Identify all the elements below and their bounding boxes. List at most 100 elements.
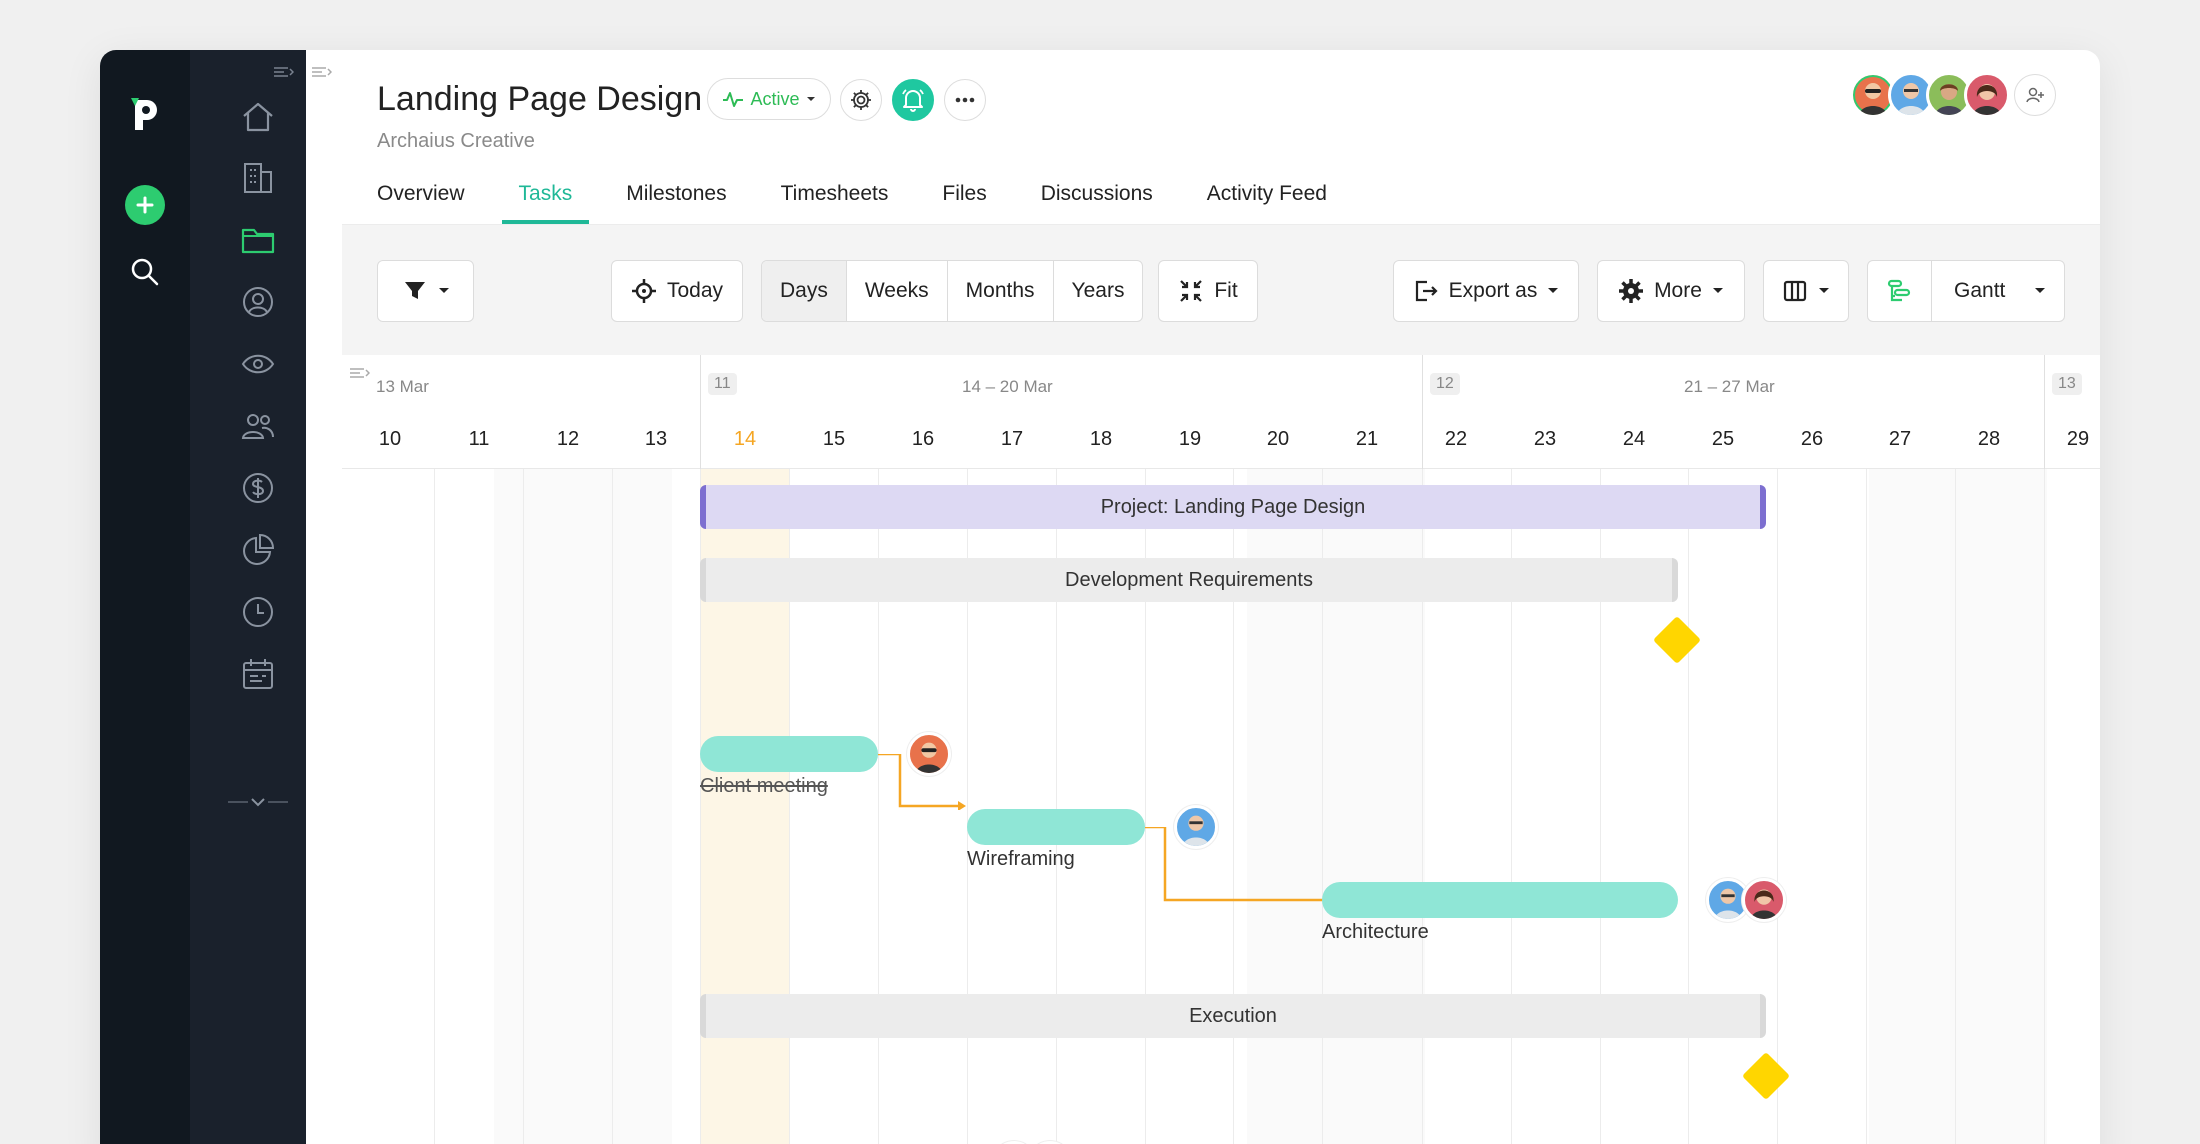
export-button[interactable]: Export as	[1393, 260, 1579, 322]
add-member-button[interactable]	[2014, 74, 2056, 116]
fit-label: Fit	[1214, 279, 1238, 302]
gear-icon	[851, 90, 871, 110]
project-title: Landing Page Design	[377, 80, 703, 118]
ellipsis-icon	[955, 97, 975, 103]
day-label: 19	[1178, 428, 1202, 450]
filter-funnel-icon	[404, 282, 425, 299]
bell-icon	[902, 89, 924, 112]
tab-files[interactable]: Files	[942, 182, 986, 220]
more-options-button[interactable]	[944, 79, 986, 121]
eye-icon[interactable]	[238, 344, 278, 384]
time-clock-icon[interactable]	[238, 592, 278, 632]
project-members	[1850, 72, 2010, 118]
week-number: 13	[2052, 373, 2082, 395]
week-label: 21 – 27 Mar	[1684, 377, 1775, 396]
billing-dollar-icon[interactable]	[238, 468, 278, 508]
companies-icon[interactable]	[238, 158, 278, 198]
day-label: 12	[556, 428, 580, 450]
app-window: Landing Page Design Archaius Creative Ac…	[100, 50, 2100, 1144]
caret-down-icon	[1819, 288, 1829, 293]
tab-timesheets[interactable]: Timesheets	[781, 182, 889, 220]
home-icon[interactable]	[238, 97, 278, 137]
weekend-column	[494, 469, 672, 1144]
member-avatar[interactable]	[1964, 72, 2010, 118]
week-number: 12	[1430, 373, 1460, 395]
caret-down-icon	[806, 97, 815, 101]
day-label: 27	[1888, 428, 1912, 450]
calendar-icon[interactable]	[238, 654, 278, 694]
collapse-sidebar-icon[interactable]	[272, 62, 295, 82]
milestone-diamond[interactable]	[1652, 615, 1702, 665]
more-button[interactable]: More	[1597, 260, 1745, 322]
grid-line	[1777, 469, 1778, 1144]
tab-milestones[interactable]: Milestones	[626, 182, 726, 220]
task-bar-client-meeting[interactable]	[700, 736, 878, 772]
dependency-arrow	[1145, 827, 1333, 905]
day-label: 24	[1622, 428, 1646, 450]
day-label-today: 14	[733, 428, 757, 450]
day-label: 22	[1444, 428, 1468, 450]
tab-overview[interactable]: Overview	[377, 182, 465, 220]
scale-weeks[interactable]: Weeks	[847, 261, 948, 321]
contacts-icon[interactable]	[238, 282, 278, 322]
day-label: 20	[1266, 428, 1290, 450]
day-label: 23	[1533, 428, 1557, 450]
task-label-wireframing[interactable]: Wireframing	[967, 848, 1075, 871]
team-icon[interactable]	[238, 406, 278, 446]
search-icon[interactable]	[129, 256, 161, 288]
task-assignee-avatar[interactable]	[1742, 878, 1786, 922]
status-dropdown[interactable]: Active	[707, 78, 831, 120]
scale-months[interactable]: Months	[948, 261, 1054, 321]
notifications-button[interactable]	[892, 79, 934, 121]
task-label-architecture[interactable]: Architecture	[1322, 921, 1429, 944]
reports-pie-icon[interactable]	[238, 530, 278, 570]
gear-icon	[1619, 279, 1644, 303]
panel-toggle-icon[interactable]	[310, 62, 333, 82]
tab-activity-feed[interactable]: Activity Feed	[1207, 182, 1327, 220]
task-bar-architecture[interactable]	[1322, 882, 1678, 918]
gantt-view-icon	[1868, 261, 1932, 321]
group-bar-development-requirements[interactable]: Development Requirements	[700, 558, 1678, 602]
day-label: 17	[1000, 428, 1024, 450]
scale-days[interactable]: Days	[762, 261, 847, 321]
scale-years[interactable]: Years	[1054, 261, 1143, 321]
task-bar-wireframing[interactable]	[967, 809, 1145, 845]
time-scale-switcher: Days Weeks Months Years	[761, 260, 1144, 322]
tab-discussions[interactable]: Discussions	[1041, 182, 1153, 220]
grid-line	[2044, 469, 2045, 1144]
grid-line	[1955, 469, 1956, 1144]
compress-icon	[1180, 280, 1203, 302]
fit-button[interactable]: Fit	[1158, 260, 1258, 322]
create-new-button[interactable]	[125, 185, 165, 225]
tab-tasks[interactable]: Tasks	[501, 182, 589, 224]
weekend-column	[1869, 469, 2047, 1144]
day-label: 10	[378, 428, 402, 450]
columns-icon	[1783, 280, 1807, 302]
app-logo[interactable]	[127, 94, 163, 134]
milestone-diamond[interactable]	[1741, 1051, 1791, 1101]
add-user-icon	[2026, 87, 2044, 103]
project-tabs: Overview Tasks Milestones Timesheets Fil…	[377, 182, 1381, 224]
grid-line	[612, 469, 613, 1144]
grid-line	[523, 469, 524, 1144]
grid-line	[434, 469, 435, 1144]
day-label: 25	[1711, 428, 1735, 450]
caret-down-icon	[2035, 288, 2045, 293]
filter-button[interactable]	[377, 260, 474, 322]
task-label-client-meeting[interactable]: Client meeting	[700, 775, 828, 798]
client-name[interactable]: Archaius Creative	[377, 130, 535, 153]
view-switcher[interactable]: Gantt	[1867, 260, 2065, 322]
today-button[interactable]: Today	[611, 260, 743, 322]
week-label: 14 – 20 Mar	[962, 377, 1053, 396]
crosshair-icon	[631, 279, 656, 303]
project-bar[interactable]: Project: Landing Page Design	[700, 485, 1766, 529]
columns-button[interactable]	[1763, 260, 1849, 322]
status-label: Active	[750, 88, 800, 109]
settings-button[interactable]	[840, 79, 882, 121]
projects-folder-icon[interactable]	[238, 220, 278, 260]
grid-line	[1688, 469, 1689, 1144]
group-bar-execution[interactable]: Execution	[700, 994, 1766, 1038]
day-label: 13	[644, 428, 668, 450]
expand-more-icon[interactable]	[228, 782, 288, 822]
timeline-toggle-icon[interactable]	[348, 363, 371, 383]
